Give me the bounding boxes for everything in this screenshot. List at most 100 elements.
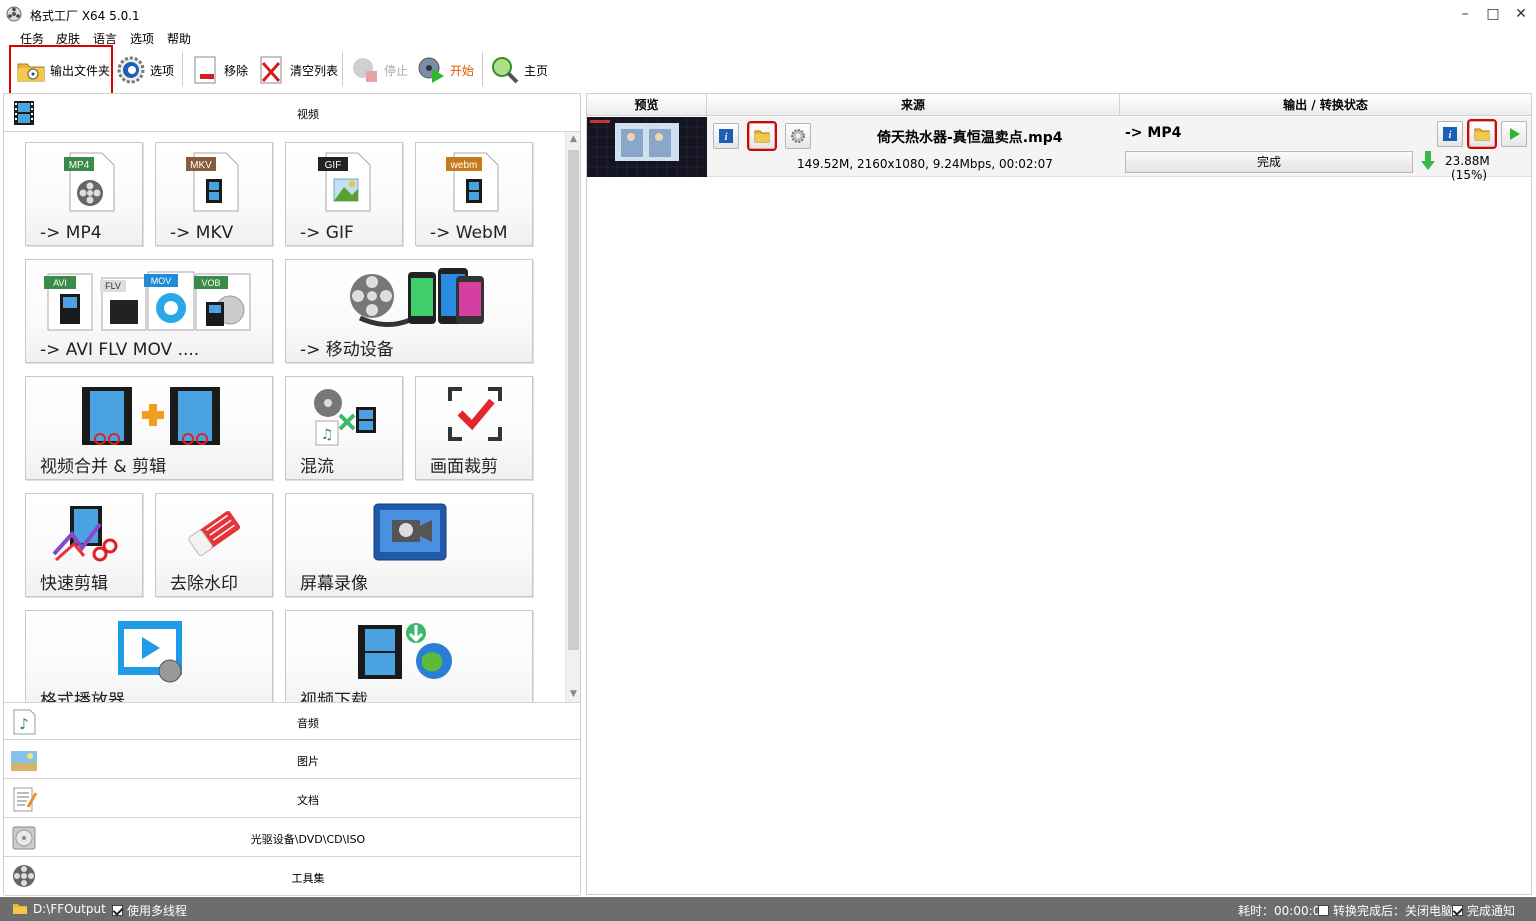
column-source[interactable]: 来源 bbox=[707, 94, 1120, 116]
tile-label: 去除水印 bbox=[170, 574, 238, 594]
mux-icon: ♫ bbox=[314, 389, 376, 446]
svg-text:i: i bbox=[725, 132, 728, 143]
menu-language[interactable]: 语言 bbox=[93, 30, 117, 47]
tile-label: 格式播放器 bbox=[40, 691, 125, 702]
tile-label: -> AVI FLV MOV .... bbox=[40, 340, 200, 360]
output-info-button[interactable]: i bbox=[1437, 121, 1463, 147]
format-badge: MOV bbox=[151, 276, 172, 286]
notify-toggle[interactable]: 完成通知 bbox=[1452, 902, 1515, 919]
category-label: 图片 bbox=[297, 755, 319, 768]
tile-player[interactable]: 格式播放器 bbox=[25, 610, 273, 702]
down-arrow-icon bbox=[1421, 151, 1435, 170]
category-disc[interactable]: 光驱设备\DVD\CD\ISO bbox=[4, 819, 580, 857]
category-label: 工具集 bbox=[291, 872, 325, 885]
task-row[interactable]: i 倚天热水器-真恒温卖点.mp4 149.52M, 2160x1080, 9.… bbox=[587, 117, 1531, 182]
conversion-status-bar: 完成 bbox=[1125, 151, 1413, 173]
tile-video-download[interactable]: 视频下载 bbox=[285, 610, 533, 702]
tile-mux[interactable]: ♫ 混流 bbox=[285, 376, 403, 480]
options-label: 选项 bbox=[150, 63, 175, 78]
category-panel: 视频 MP4 -> MP4 MKV -> MKV GIF -> GIF webm… bbox=[3, 93, 581, 896]
output-format: -> MP4 bbox=[1125, 125, 1182, 141]
tile-label: 画面裁剪 bbox=[430, 457, 498, 477]
clear-list-button[interactable]: 清空列表 bbox=[256, 50, 338, 90]
output-path-indicator[interactable]: D:\FFOutput bbox=[12, 902, 106, 916]
remove-button[interactable]: 移除 bbox=[190, 50, 248, 90]
column-preview[interactable]: 预览 bbox=[587, 94, 707, 116]
source-info-button[interactable]: i bbox=[713, 123, 739, 149]
options-button[interactable]: 选项 bbox=[116, 50, 174, 90]
tile-to-avi-flv-mov[interactable]: AVI FLV MOV VOB -> AVI FLV MOV .... bbox=[25, 259, 273, 363]
tile-to-gif[interactable]: GIF -> GIF bbox=[285, 142, 403, 246]
tile-label: 视频合并 & 剪辑 bbox=[40, 457, 167, 477]
multithread-toggle[interactable]: 使用多线程 bbox=[112, 902, 187, 919]
maximize-button[interactable]: □ bbox=[1478, 4, 1508, 24]
eraser-icon bbox=[188, 511, 241, 556]
left-scrollbar[interactable]: ▲ ▼ bbox=[565, 132, 580, 702]
menu-skin[interactable]: 皮肤 bbox=[56, 30, 80, 47]
output-folder-open-button[interactable] bbox=[1467, 119, 1497, 149]
minimize-button[interactable]: – bbox=[1450, 4, 1480, 24]
category-audio[interactable]: ♪ 音频 bbox=[4, 702, 580, 740]
source-filename: 倚天热水器-真恒温卖点.mp4 bbox=[877, 130, 1063, 146]
scroll-thumb[interactable] bbox=[568, 150, 579, 650]
tile-quick-cut[interactable]: 快速剪辑 bbox=[25, 493, 143, 597]
output-path-text: D:\FFOutput bbox=[33, 902, 106, 916]
menu-task[interactable]: 任务 bbox=[20, 30, 44, 47]
gear-icon bbox=[791, 129, 805, 143]
category-label: 光驱设备\DVD\CD\ISO bbox=[250, 833, 366, 846]
tile-to-mkv[interactable]: MKV -> MKV bbox=[155, 142, 273, 246]
category-image[interactable]: 图片 bbox=[4, 741, 580, 779]
menu-options[interactable]: 选项 bbox=[130, 30, 154, 47]
play-output-button[interactable] bbox=[1501, 121, 1527, 147]
multithread-checkbox[interactable] bbox=[112, 905, 123, 916]
category-document[interactable]: 文档 bbox=[4, 780, 580, 818]
toolbar-separator bbox=[182, 52, 183, 86]
home-button[interactable]: 主页 bbox=[490, 50, 548, 90]
svg-text:♫: ♫ bbox=[321, 427, 334, 443]
webm-file-icon: webm bbox=[446, 152, 499, 212]
tile-to-mobile[interactable]: -> 移动设备 bbox=[285, 259, 533, 363]
output-folder-button[interactable]: 输出文件夹 bbox=[9, 45, 113, 95]
scroll-up-arrow-icon[interactable]: ▲ bbox=[566, 132, 581, 147]
crop-check-icon bbox=[448, 387, 502, 441]
start-label: 开始 bbox=[450, 63, 475, 78]
start-button[interactable]: 开始 bbox=[416, 50, 474, 90]
tile-badge: MP4 bbox=[69, 160, 90, 171]
stop-icon bbox=[353, 58, 377, 82]
tile-merge-edit[interactable]: 视频合并 & 剪辑 bbox=[25, 376, 273, 480]
scroll-down-arrow-icon[interactable]: ▼ bbox=[566, 687, 581, 702]
output-folder-label: 输出文件夹 bbox=[50, 63, 111, 78]
source-settings-button[interactable] bbox=[785, 123, 811, 149]
column-output-status[interactable]: 输出 / 转换状态 bbox=[1120, 94, 1531, 116]
after-done-toggle[interactable]: 转换完成后：关闭电脑 bbox=[1318, 902, 1453, 919]
category-toolbox[interactable]: 工具集 bbox=[4, 858, 580, 896]
toolbar: 输出文件夹 选项 移除 清空列表 停止 开始 主页 bbox=[0, 45, 1536, 95]
output-size-ratio: (15%) bbox=[1451, 168, 1488, 182]
tile-to-mp4[interactable]: MP4 -> MP4 bbox=[25, 142, 143, 246]
tile-screen-record[interactable]: 屏幕录像 bbox=[285, 493, 533, 597]
elapsed-time-text: 耗时：00:00:04 bbox=[1238, 904, 1328, 918]
tile-label: -> 移动设备 bbox=[300, 340, 394, 360]
title-bar: 格式工厂 X64 5.0.1 – □ ✕ bbox=[0, 0, 1536, 28]
tile-crop[interactable]: 画面裁剪 bbox=[415, 376, 533, 480]
info-icon: i bbox=[1443, 127, 1457, 141]
after-done-checkbox[interactable] bbox=[1318, 905, 1329, 916]
menu-help[interactable]: 帮助 bbox=[167, 30, 191, 47]
tile-label: -> MKV bbox=[170, 223, 234, 243]
notify-label: 完成通知 bbox=[1467, 904, 1516, 918]
tile-to-webm[interactable]: webm -> WebM bbox=[415, 142, 533, 246]
output-size: 23.88M (15%) bbox=[1445, 154, 1531, 182]
close-button[interactable]: ✕ bbox=[1506, 4, 1536, 24]
category-video[interactable]: 视频 bbox=[4, 94, 580, 132]
tile-remove-watermark[interactable]: 去除水印 bbox=[155, 493, 273, 597]
play-icon bbox=[1510, 128, 1520, 140]
remove-label: 移除 bbox=[224, 63, 249, 78]
output-size-value: 23.88M bbox=[1445, 154, 1490, 168]
stop-button[interactable]: 停止 bbox=[350, 50, 408, 90]
notify-checkbox[interactable] bbox=[1452, 905, 1463, 916]
source-folder-button[interactable] bbox=[747, 121, 777, 151]
tile-label: 屏幕录像 bbox=[300, 574, 368, 594]
screen-record-icon bbox=[373, 503, 447, 561]
video-tools-grid: MP4 -> MP4 MKV -> MKV GIF -> GIF webm ->… bbox=[4, 132, 564, 702]
after-done-label: 转换完成后：关闭电脑 bbox=[1333, 904, 1454, 918]
